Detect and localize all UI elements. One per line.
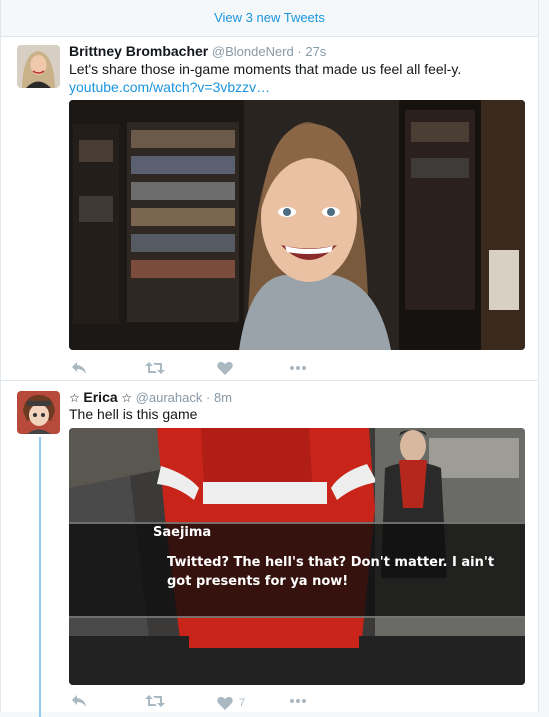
- timestamp[interactable]: 8m: [214, 390, 232, 405]
- tweet-link[interactable]: youtube.com/watch?v=3vbzzv…: [69, 78, 270, 96]
- tweet-header: Brittney Brombacher @BlondeNerd · 27s: [69, 43, 326, 60]
- like-icon[interactable]: [217, 361, 233, 379]
- tweet[interactable]: ☆ Erica ☆ @aurahack · 8m The hell is thi…: [1, 381, 538, 717]
- star-icon: ☆: [69, 391, 80, 405]
- new-tweets-banner[interactable]: View 3 new Tweets: [1, 0, 538, 37]
- dialogue-line-2: got presents for ya now!: [167, 574, 349, 589]
- star-icon: ☆: [121, 391, 133, 405]
- separator: ·: [297, 44, 302, 59]
- avatar[interactable]: [17, 45, 60, 88]
- tweet-actions: 7: [69, 694, 329, 712]
- retweet-icon[interactable]: [145, 694, 165, 712]
- conversation-thread-line: [39, 437, 41, 717]
- fullname[interactable]: Brittney Brombacher: [69, 43, 208, 59]
- reply-icon[interactable]: [71, 694, 87, 712]
- timeline: View 3 new Tweets Brittney Brombacher @B…: [0, 0, 539, 717]
- more-icon[interactable]: [289, 361, 307, 379]
- tweet-actions: [69, 361, 329, 379]
- username[interactable]: @aurahack: [136, 390, 203, 405]
- retweet-icon[interactable]: [145, 361, 165, 379]
- game-screenshot[interactable]: Saejima Twitted? The hell's that? Don't …: [69, 428, 525, 685]
- video-thumbnail[interactable]: [69, 100, 525, 350]
- tweet-text: The hell is this game: [69, 406, 198, 422]
- timestamp[interactable]: 27s: [305, 44, 326, 59]
- like-icon: [217, 696, 233, 710]
- username[interactable]: @BlondeNerd: [212, 44, 294, 59]
- separator: ·: [205, 390, 211, 405]
- avatar[interactable]: [17, 391, 60, 434]
- tweet-text: Let's share those in-game moments that m…: [69, 61, 462, 77]
- fullname[interactable]: Erica: [83, 389, 117, 405]
- like-count: 7: [239, 697, 246, 709]
- tweet[interactable]: Brittney Brombacher @BlondeNerd · 27s Le…: [1, 37, 538, 381]
- reply-icon[interactable]: [71, 361, 87, 379]
- dialogue-speaker: Saejima: [153, 525, 212, 540]
- dialogue-line-1: Twitted? The hell's that? Don't matter. …: [167, 555, 495, 570]
- more-icon[interactable]: [289, 694, 307, 712]
